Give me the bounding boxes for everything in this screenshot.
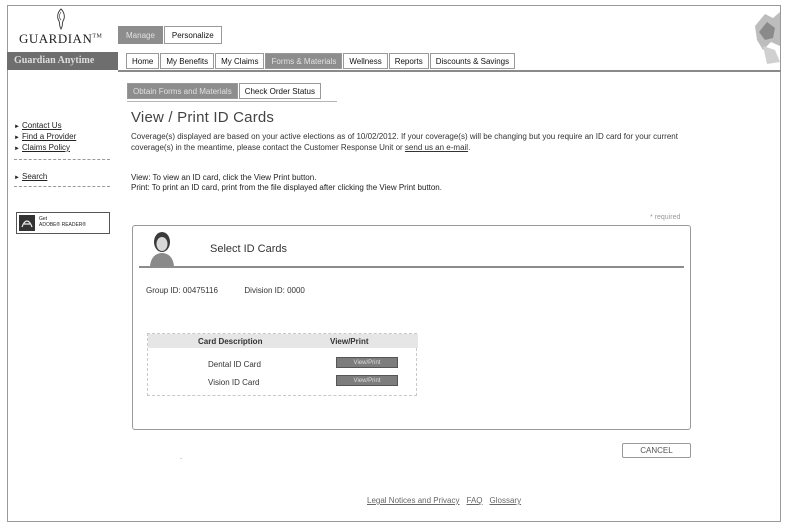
print-instruction: Print: To print an ID card, print from t… <box>131 183 442 192</box>
sidebar-link-claims-policy[interactable]: ► Claims Policy <box>14 143 112 153</box>
tab-my-claims[interactable]: My Claims <box>215 53 265 69</box>
tab-home[interactable]: Home <box>126 53 160 69</box>
main-nav: Home My Benefits My Claims Forms & Mater… <box>126 53 516 71</box>
panel-title: Select ID Cards <box>210 243 288 255</box>
corner-photo-icon <box>745 6 780 70</box>
arrow-right-icon: ► <box>14 135 20 141</box>
col-card-description: Card Description <box>198 337 263 346</box>
col-view-print: View/Print <box>330 337 369 346</box>
arrow-right-icon: ► <box>14 175 20 181</box>
division-id-label: Division ID: <box>244 286 285 295</box>
tab-forms-materials[interactable]: Forms & Materials <box>265 53 343 69</box>
sidebar: ► Contact Us ► Find a Provider ► Claims Pol… <box>14 121 112 199</box>
reader-badge-text: Get ADOBE® READER® <box>39 216 87 228</box>
table-row: Vision ID Card View/Print <box>148 375 418 389</box>
tab-wellness[interactable]: Wellness <box>343 53 388 69</box>
guardian-logo[interactable]: GUARDIANTM <box>19 8 103 50</box>
group-id-value: 00475116 <box>182 286 218 295</box>
footer-links: Legal Notices and Privacy FAQ Glossary <box>367 496 528 505</box>
stray-dot: . <box>180 452 183 461</box>
division-id-value: 0000 <box>287 286 305 295</box>
view-print-dental-button[interactable]: View/Print <box>336 357 398 368</box>
table-header: Card Description View/Print <box>148 334 418 348</box>
card-description: Vision ID Card <box>208 378 260 387</box>
view-instruction: View: To view an ID card, click the View… <box>131 173 317 182</box>
select-id-cards-panel: Select ID Cards Group ID: 00475116 Divis… <box>132 225 691 430</box>
required-note: * required <box>650 214 681 221</box>
coverage-notice: Coverage(s) displayed are based on your … <box>131 132 678 152</box>
card-description: Dental ID Card <box>208 360 261 369</box>
footer-link-glossary[interactable]: Glossary <box>490 496 522 505</box>
group-id-label: Group ID: <box>146 286 181 295</box>
panel-header: Select ID Cards <box>139 226 684 268</box>
view-print-vision-button[interactable]: View/Print <box>336 375 398 386</box>
nav-divider <box>118 70 781 72</box>
adobe-reader-badge[interactable]: Get ADOBE® READER® <box>16 212 110 234</box>
sidebar-divider <box>14 186 110 187</box>
instructions: View: To view an ID card, click the View… <box>131 173 731 193</box>
tab-discounts-savings[interactable]: Discounts & Savings <box>429 53 516 69</box>
cancel-button[interactable]: CANCEL <box>622 443 691 458</box>
id-card-table: Card Description View/Print Dental ID Ca… <box>147 333 418 396</box>
tab-obtain-forms[interactable]: Obtain Forms and Materials <box>127 83 238 99</box>
group-division-info: Group ID: 00475116 Division ID: 0000 <box>146 286 305 295</box>
person-avatar-icon <box>150 232 174 266</box>
page-title: View / Print ID Cards <box>131 109 275 126</box>
arrow-right-icon: ► <box>14 146 20 152</box>
sub-nav: Obtain Forms and Materials Check Order S… <box>127 83 322 101</box>
sidebar-divider <box>14 159 110 160</box>
tab-manage[interactable]: Manage <box>118 26 163 44</box>
tab-check-order-status[interactable]: Check Order Status <box>238 83 321 99</box>
adobe-reader-icon <box>19 215 35 231</box>
sidebar-link-search[interactable]: ► Search <box>14 172 112 182</box>
logo-wordmark: GUARDIANTM <box>19 31 103 46</box>
tab-my-benefits[interactable]: My Benefits <box>160 53 215 69</box>
sidebar-link-find-provider[interactable]: ► Find a Provider <box>14 132 112 142</box>
tab-reports[interactable]: Reports <box>388 53 429 69</box>
footer-link-faq[interactable]: FAQ <box>467 496 483 505</box>
footer-link-legal[interactable]: Legal Notices and Privacy <box>367 496 460 505</box>
top-nav: Manage Personalize <box>118 26 223 44</box>
guardian-shield-icon <box>57 8 65 30</box>
email-link[interactable]: send us an e-mail <box>405 143 468 152</box>
tab-personalize[interactable]: Personalize <box>163 26 222 44</box>
arrow-right-icon: ► <box>14 124 20 130</box>
sidebar-link-contact-us[interactable]: ► Contact Us <box>14 121 112 131</box>
table-row: Dental ID Card View/Print <box>148 357 418 371</box>
subnav-divider <box>127 101 337 102</box>
brand-bar: Guardian Anytime <box>7 52 118 70</box>
